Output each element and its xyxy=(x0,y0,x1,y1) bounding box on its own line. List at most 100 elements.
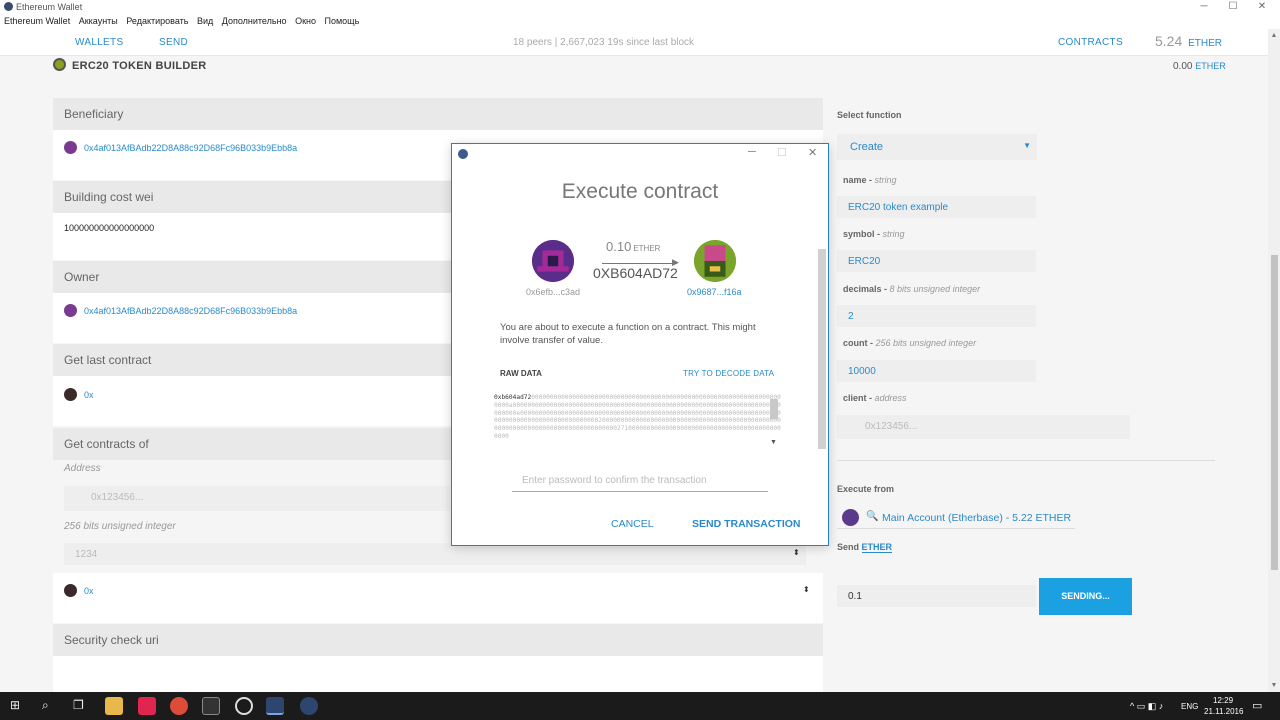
windows-taskbar: ⊞ ⌕ ❐ ^ ▭ ◧ ♪ ENG 12:29 21.11.2016 ▭ xyxy=(0,692,1280,720)
identicon-icon xyxy=(64,304,77,317)
menu-item-window[interactable]: Окно xyxy=(291,14,318,26)
decimals-input[interactable]: 2 xyxy=(837,305,1036,327)
tray-icons[interactable]: ^ ▭ ◧ ♪ xyxy=(1130,701,1163,712)
integer-field-label: 256 bits unsigned integer xyxy=(64,521,176,532)
nav-contracts[interactable]: CONTRACTS xyxy=(1058,37,1123,48)
ethereum-app-icon xyxy=(4,2,13,11)
contracts-of-result xyxy=(53,573,823,623)
raw-data-text[interactable]: 0xb604ad72000000000000000000000000000000… xyxy=(492,394,782,452)
clock-date[interactable]: 21.11.2016 xyxy=(1204,707,1243,716)
window-titlebar: Ethereum Wallet ─ ☐ ✕ xyxy=(0,0,1280,14)
from-identicon-icon xyxy=(532,240,574,282)
owner-address[interactable]: 0x4af013AfBAdb22D8A88c92D68Fc96B033b9Ebb… xyxy=(84,306,297,316)
mist-taskbar-icon[interactable] xyxy=(300,697,318,715)
nav-wallets[interactable]: WALLETS xyxy=(75,37,123,48)
transfer-arrow xyxy=(602,263,677,264)
dialog-close-button[interactable]: ✕ xyxy=(808,146,817,159)
function-select[interactable]: Create ▼ xyxy=(837,134,1037,160)
contract-balance: 0.00 ETHER xyxy=(1173,61,1226,72)
menu-item-view[interactable]: Вид xyxy=(193,14,215,26)
building-cost-value: 100000000000000000 xyxy=(64,223,155,233)
start-icon[interactable]: ⊞ xyxy=(10,698,20,712)
function-signature: 0XB604AD72 xyxy=(593,265,678,281)
last-contract-value[interactable]: 0x xyxy=(84,390,94,400)
security-body xyxy=(53,656,823,692)
section-security: Security check uri xyxy=(53,624,823,656)
client-input[interactable]: 0x123456... xyxy=(837,415,1130,439)
select-function-label: Select function xyxy=(837,110,902,120)
sending-button[interactable]: SENDING... xyxy=(1039,578,1132,615)
menu-item-accounts[interactable]: Аккаунты xyxy=(75,14,120,26)
field-count-label: count - 256 bits unsigned integer xyxy=(843,338,977,348)
contracts-of-integer-input[interactable]: 1234 xyxy=(64,543,806,565)
window-title: Ethereum Wallet xyxy=(16,2,83,12)
dialog-scrollbar[interactable] xyxy=(818,249,826,449)
result-stepper-icon[interactable]: ⬍ xyxy=(803,585,810,594)
identicon-icon xyxy=(64,388,77,401)
name-input[interactable]: ERC20 token example xyxy=(837,196,1036,218)
scroll-down-arrow[interactable]: ▼ xyxy=(1268,682,1280,689)
dialog-minimize-button[interactable]: ─ xyxy=(748,146,756,158)
close-button[interactable]: ✕ xyxy=(1244,0,1280,14)
count-input[interactable]: 10000 xyxy=(837,360,1036,382)
send-amount-input[interactable]: 0.1 xyxy=(837,585,1036,607)
section-beneficiary: Beneficiary xyxy=(53,98,823,130)
app-circle-icon[interactable] xyxy=(235,697,253,715)
field-client-label: client - address xyxy=(843,393,907,403)
send-label: Send ETHER xyxy=(837,542,893,553)
balance-unit: ETHER xyxy=(1188,38,1223,49)
field-symbol-label: symbol - string xyxy=(843,229,905,239)
nav-send[interactable]: SEND xyxy=(159,37,188,48)
ethereum-wallet-taskbar-icon[interactable] xyxy=(266,697,284,715)
ethereum-app-icon xyxy=(458,149,468,159)
raw-data-scrollbar[interactable] xyxy=(770,399,778,419)
dialog-title: Execute contract xyxy=(561,180,719,203)
chrome-icon[interactable] xyxy=(170,697,188,715)
file-explorer-icon[interactable] xyxy=(105,697,123,715)
identicon-icon xyxy=(64,584,77,597)
app-icon[interactable] xyxy=(138,697,156,715)
cancel-button[interactable]: CANCEL xyxy=(611,518,654,530)
page-scrollbar-thumb[interactable] xyxy=(1271,255,1278,570)
clock-time[interactable]: 12:29 xyxy=(1213,696,1233,705)
raw-scroll-down-icon[interactable]: ▼ xyxy=(770,439,777,446)
execute-from-label: Execute from xyxy=(837,484,895,494)
top-nav: WALLETS SEND 18 peers | 2,667,023 19s si… xyxy=(0,29,1280,56)
field-decimals-label: decimals - 8 bits unsigned integer xyxy=(843,284,981,294)
contracts-of-address-input[interactable]: 0x123456... xyxy=(64,486,450,511)
total-balance: 5.24 ETHER xyxy=(1155,33,1223,49)
dialog-titlebar: ─ ☐ ✕ xyxy=(452,144,828,164)
send-unit-toggle[interactable]: ETHER xyxy=(861,542,893,553)
to-address[interactable]: 0x9687...f16a xyxy=(687,287,742,297)
contracts-of-value[interactable]: 0x xyxy=(84,586,94,596)
execute-contract-dialog: ─ ☐ ✕ Execute contract 0x6efb...c3ad 0.1… xyxy=(451,143,829,546)
password-input[interactable]: Enter password to confirm the transactio… xyxy=(512,474,768,492)
language-indicator[interactable]: ENG xyxy=(1181,702,1198,711)
send-transaction-button[interactable]: SEND TRANSACTION xyxy=(692,518,801,530)
account-name: Main Account (Etherbase) - 5.22 ETHER xyxy=(882,512,1072,524)
key-icon: 🔍 xyxy=(866,511,879,522)
menu-item-extra[interactable]: Дополнительно xyxy=(218,14,289,26)
integer-stepper-icon[interactable]: ⬍ xyxy=(793,548,800,557)
token-coin-icon xyxy=(53,58,66,71)
beneficiary-address[interactable]: 0x4af013AfBAdb22D8A88c92D68Fc96B033b9Ebb… xyxy=(84,143,297,153)
field-name-label: name - string xyxy=(843,175,897,185)
dialog-maximize-button[interactable]: ☐ xyxy=(777,146,787,159)
transfer-amount: 0.10 ETHER xyxy=(606,239,661,254)
symbol-input[interactable]: ERC20 xyxy=(837,250,1036,272)
search-icon[interactable]: ⌕ xyxy=(42,698,49,713)
task-view-icon[interactable]: ❐ xyxy=(73,698,84,712)
notifications-icon[interactable]: ▭ xyxy=(1252,699,1262,712)
execute-from-select[interactable]: 🔍 Main Account (Etherbase) - 5.22 ETHER xyxy=(837,505,1075,529)
network-status: 18 peers | 2,667,023 19s since last bloc… xyxy=(513,37,695,48)
scroll-up-arrow[interactable]: ▲ xyxy=(1268,32,1280,39)
terminal-icon[interactable] xyxy=(202,697,220,715)
decode-data-link[interactable]: TRY TO DECODE DATA xyxy=(683,369,774,378)
warning-message: You are about to execute a function on a… xyxy=(500,322,756,346)
menu-item-app[interactable]: Ethereum Wallet xyxy=(0,14,72,26)
menu-item-edit[interactable]: Редактировать xyxy=(122,14,190,26)
divider xyxy=(837,460,1215,461)
menu-item-help[interactable]: Помощь xyxy=(321,14,362,26)
page-title: ERC20 TOKEN BUILDER xyxy=(53,58,206,72)
menu-bar: Ethereum Wallet Аккаунты Редактировать В… xyxy=(0,14,1280,29)
